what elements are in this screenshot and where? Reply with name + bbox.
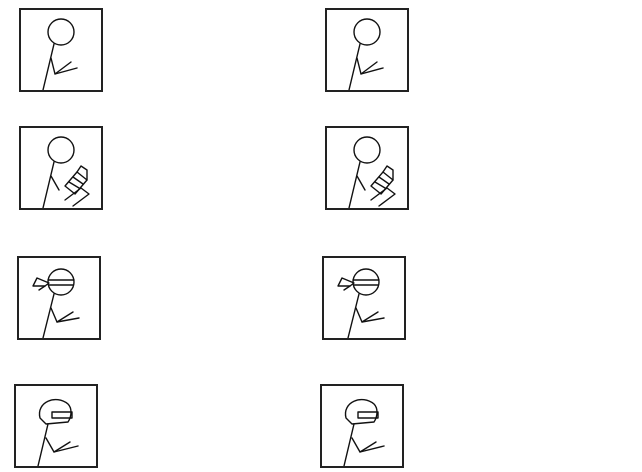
tile-plain-left[interactable] xyxy=(19,8,103,92)
tile-helmet-left[interactable] xyxy=(14,384,98,468)
tile-headband-left[interactable] xyxy=(17,256,101,340)
stick-figure-icon xyxy=(348,18,384,90)
tile-plain-right[interactable] xyxy=(325,8,409,92)
tile-holding-item-right[interactable] xyxy=(325,126,409,210)
stick-figure-headband-icon xyxy=(32,268,80,338)
tile-helmet-right[interactable] xyxy=(320,384,404,468)
stick-figure-holding-item-icon xyxy=(42,136,90,208)
stick-figure-holding-item-icon xyxy=(348,136,396,208)
tile-headband-right[interactable] xyxy=(322,256,406,340)
stick-figure-icon xyxy=(42,18,78,90)
stick-figure-helmet-icon xyxy=(343,399,385,466)
stick-figure-headband-icon xyxy=(337,268,385,338)
stick-figure-helmet-icon xyxy=(37,399,79,466)
tile-holding-item-left[interactable] xyxy=(19,126,103,210)
